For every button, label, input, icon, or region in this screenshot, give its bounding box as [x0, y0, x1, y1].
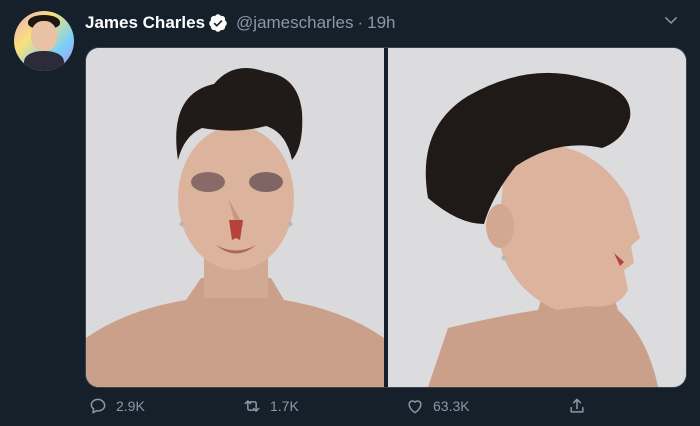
share-button[interactable] — [567, 396, 595, 416]
avatar[interactable] — [14, 11, 74, 71]
separator-dot: · — [357, 13, 364, 32]
retweet-button[interactable]: 1.7K — [242, 396, 299, 416]
author-name[interactable]: James Charles — [85, 13, 205, 33]
reply-button[interactable]: 2.9K — [88, 396, 145, 416]
photo-profile[interactable] — [388, 48, 686, 387]
avatar-shirt — [24, 51, 64, 71]
chevron-down-icon[interactable] — [662, 11, 680, 29]
media-grid — [85, 47, 687, 388]
reply-count: 2.9K — [116, 398, 145, 414]
tweet-header: James Charles @jamescharles · 19h — [85, 12, 395, 34]
like-button[interactable]: 63.3K — [405, 396, 470, 416]
photo-front[interactable] — [86, 48, 384, 387]
reply-icon — [90, 398, 106, 414]
verified-icon — [208, 13, 228, 33]
author-handle[interactable]: @jamescharles — [236, 13, 353, 33]
avatar-face — [31, 21, 57, 51]
retweet-icon — [244, 400, 260, 412]
like-count: 63.3K — [433, 398, 470, 414]
retweet-count: 1.7K — [270, 398, 299, 414]
tweet-actions: 2.9K 1.7K 63.3K — [85, 396, 605, 422]
like-icon — [408, 400, 422, 414]
share-icon — [570, 398, 584, 413]
tweet-timestamp[interactable]: 19h — [367, 13, 395, 33]
